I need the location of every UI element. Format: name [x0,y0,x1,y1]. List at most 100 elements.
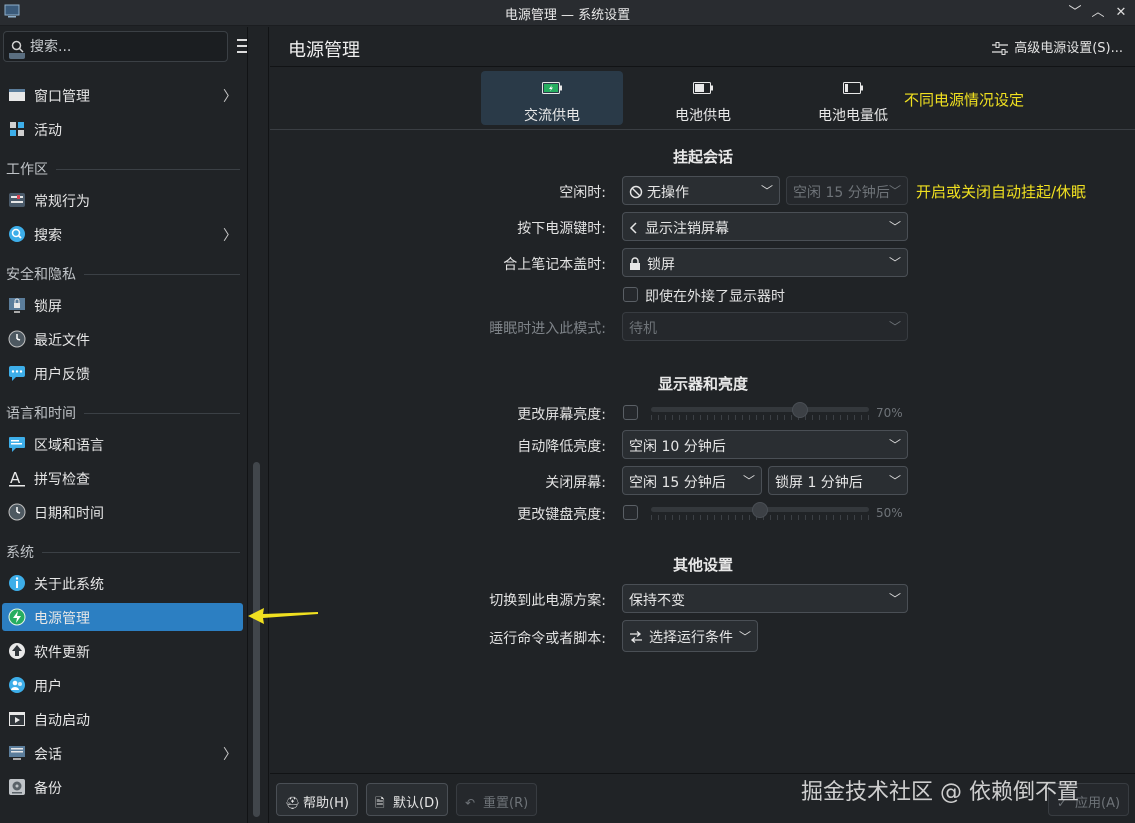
lid-close-label: 合上笔记本盖时: [503,257,606,273]
sidebar-item-label: 窗口管理 [34,89,90,105]
sidebar-item-label: 搜索 [34,228,62,244]
screen-brightness-slider[interactable] [651,402,869,422]
turn-off-screen-combo[interactable]: 空闲 15 分钟后 ﹀ [622,466,762,495]
tab-battery[interactable]: 电池供电 [632,71,774,125]
sidebar-item-label: 日期和时间 [34,506,104,522]
sidebar-item-power-management[interactable]: 电源管理 [2,603,243,631]
window-titlebar: 电源管理 — 系统设置 ﹀ ︿ ✕ [0,0,1135,26]
idle-delay-combo[interactable]: 空闲 15 分钟后 ﹀ [786,176,908,205]
lock-icon [630,257,640,270]
sidebar-item-recent-files[interactable]: 最近文件 [2,325,243,353]
sidebar-item-region[interactable]: 区域和语言 [2,430,243,458]
sidebar-item-spell-check[interactable]: A 拼写检查 [2,464,243,492]
chevron-down-icon: ﹀ [888,184,901,198]
tab-label: 电池供电 [675,108,731,124]
combo-value: 选择运行条件 [649,630,733,646]
sidebar-item-label: 软件更新 [34,645,90,661]
button-label: 应用(A) [1075,796,1121,811]
help-button[interactable]: ⛑ 帮助(H) [276,783,358,816]
sidebar-scrollbar[interactable] [253,462,260,817]
combo-value: 显示注销屏幕 [645,221,729,237]
autostart-icon [9,712,25,726]
feedback-icon [9,366,25,381]
combo-value: 无操作 [647,185,689,201]
sidebar-item-window-management[interactable]: 窗口管理 〉 [2,81,243,109]
undo-icon: ↶ [465,796,476,810]
external-display-checkbox[interactable] [623,287,638,302]
sidebar-item-activities[interactable]: 活动 [2,115,243,143]
idle-action-combo[interactable]: 无操作 ﹀ [622,176,780,205]
sidebar-item-about[interactable]: 关于此系统 [2,569,243,597]
menu-icon[interactable] [237,39,247,53]
keyboard-brightness-label: 更改键盘亮度: [517,507,606,523]
sleep-mode-combo[interactable]: 待机 ﹀ [622,312,908,341]
tab-low-battery[interactable]: 电池电量低 [782,71,924,125]
tab-label: 电池电量低 [818,108,888,124]
sidebar-item-label: 会话 [34,747,62,763]
chevron-down-icon: ﹀ [888,320,901,334]
advanced-power-settings-button[interactable]: 高级电源设置(S)... [992,37,1123,56]
page-header: 电源管理 高级电源设置(S)... [270,27,1135,67]
appearance-icon [9,53,25,59]
activities-icon [10,122,24,136]
maximize-button[interactable]: ︿ [1088,3,1108,23]
sidebar-item-label: 区域和语言 [34,438,104,454]
sidebar-item-autostart[interactable]: 自动启动 [2,705,243,733]
turn-off-screen-locked-combo[interactable]: 锁屏 1 分钟后 ﹀ [768,466,908,495]
page-title: 电源管理 [288,40,360,61]
update-icon [9,643,25,659]
sidebar-item-clipped[interactable] [2,53,243,67]
chevron-down-icon: ﹀ [888,438,901,452]
run-script-label: 运行命令或者脚本: [489,631,606,647]
dim-screen-combo[interactable]: 空闲 10 分钟后 ﹀ [622,430,908,459]
section-title-suspend: 挂起会话 [673,148,734,166]
run-script-button[interactable]: 选择运行条件 ﹀ [622,620,758,652]
document-icon: 🗎 [375,796,385,810]
sidebar-item-search[interactable]: 搜索 〉 [2,220,243,248]
button-label: 重置(R) [483,796,529,811]
sidebar-item-date-time[interactable]: 日期和时间 [2,498,243,526]
reset-button[interactable]: ↶ 重置(R) [456,783,538,816]
sidebar-item-lock-screen[interactable]: 锁屏 [2,291,243,319]
annotation-suspend: 开启或关闭自动挂起/休眠 [916,183,1087,201]
sidebar-item-feedback[interactable]: 用户反馈 [2,359,243,387]
switch-profile-combo[interactable]: 保持不变 ﹀ [622,584,908,613]
screen-brightness-percent: 70% [876,406,903,420]
sidebar-item-general-behavior[interactable]: 常规行为 [2,186,243,214]
tab-ac-power[interactable]: 交流供电 [481,71,623,125]
close-button[interactable]: ✕ [1111,3,1131,23]
screen-brightness-checkbox[interactable] [623,405,638,420]
clock-icon [8,330,26,348]
power-button-label: 按下电源键时: [517,221,606,237]
chevron-right-icon: 〉 [223,228,237,244]
sliders-icon [992,41,1009,55]
sidebar-item-software-update[interactable]: 软件更新 [2,637,243,665]
idle-label: 空闲时: [559,185,606,201]
combo-value: 保持不变 [629,593,685,609]
slider-handle[interactable] [752,502,768,518]
section-heading: 安全和隐私 [6,264,84,284]
minimize-button[interactable]: ﹀ [1065,3,1085,23]
section-title-display: 显示器和亮度 [658,375,749,393]
lid-close-combo[interactable]: 锁屏 ﹀ [622,248,908,277]
sidebar-item-label: 拼写检查 [34,472,90,488]
section-language: 语言和时间 [6,403,240,423]
window-icon [9,89,25,101]
section-heading: 语言和时间 [6,403,84,423]
sidebar-item-label: 最近文件 [34,333,90,349]
battery-low-icon [843,82,863,94]
sidebar-item-session[interactable]: 会话 〉 [2,739,243,767]
sidebar-item-users[interactable]: 用户 [2,671,243,699]
sidebar-item-label: 用户反馈 [34,367,90,383]
info-icon [9,575,25,591]
combo-value: 空闲 10 分钟后 [629,439,726,455]
keyboard-brightness-checkbox[interactable] [623,505,638,520]
power-button-combo[interactable]: 显示注销屏幕 ﹀ [622,212,908,241]
sidebar-item-backup[interactable]: 备份 [2,773,243,801]
sidebar-item-label: 关于此系统 [34,577,104,593]
swap-icon [630,631,642,643]
keyboard-brightness-slider[interactable] [651,502,869,522]
defaults-button[interactable]: 🗎 默认(D) [366,783,449,816]
chevron-down-icon: ﹀ [888,592,901,606]
svg-text:A: A [10,469,21,487]
